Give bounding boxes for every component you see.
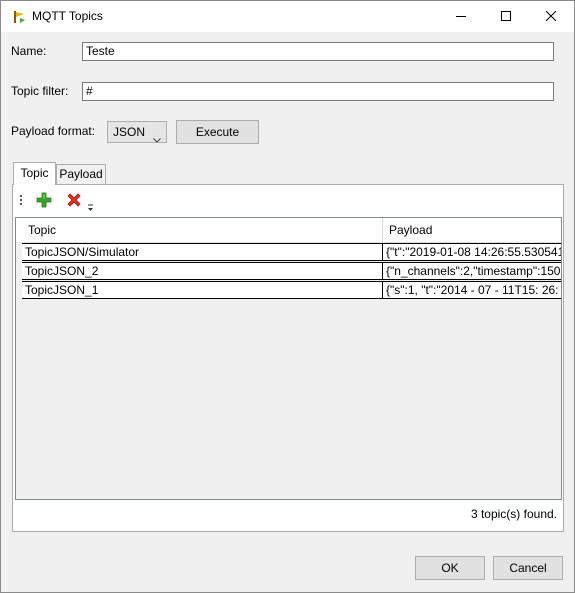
payload-format-value: JSON <box>113 125 146 139</box>
add-icon[interactable] <box>36 192 52 211</box>
payload-cell: {"n_channels":2,"timestamp":150 <box>382 263 561 279</box>
delete-icon[interactable] <box>66 192 82 211</box>
payload-cell: {"t":"2019-01-08 14:26:55.530541 <box>382 244 561 260</box>
name-field[interactable]: Teste <box>82 42 554 61</box>
mqtt-topics-window: MQTT Topics Name: Teste Topic filter: # … <box>0 0 575 593</box>
name-label: Name: <box>11 44 47 58</box>
maximize-button[interactable] <box>483 1 528 31</box>
minimize-icon <box>455 16 466 17</box>
topic-cell: TopicJSON_1 <box>25 283 99 297</box>
execute-button[interactable]: Execute <box>176 120 259 144</box>
window-title: MQTT Topics <box>32 9 103 23</box>
payload-format-select[interactable]: JSON <box>107 121 167 143</box>
toolbar-overflow-icon[interactable] <box>87 201 94 215</box>
topic-filter-field[interactable]: # <box>82 82 554 101</box>
topics-grid[interactable]: Topic Payload TopicJSON/Simulator {"t":"… <box>15 217 562 500</box>
chevron-down-icon <box>153 129 161 149</box>
topic-cell: TopicJSON/Simulator <box>25 245 140 259</box>
grid-header: Topic Payload <box>16 218 561 243</box>
status-text: 3 topic(s) found. <box>470 507 557 521</box>
topic-cell: TopicJSON_2 <box>25 264 99 278</box>
column-header-payload[interactable]: Payload <box>383 218 561 242</box>
toolbar-grip-icon[interactable] <box>20 195 23 210</box>
column-header-topic[interactable]: Topic <box>22 218 382 242</box>
table-row[interactable]: TopicJSON_1 {"s":1, "t":"2014 - 07 - 11T… <box>22 281 561 299</box>
ok-button[interactable]: OK <box>415 556 485 580</box>
close-icon <box>545 11 556 21</box>
payload-cell: {"s":1, "t":"2014 - 07 - 11T15: 26: <box>382 282 561 298</box>
tab-payload[interactable]: Payload <box>56 164 106 185</box>
tab-topic[interactable]: Topic <box>13 162 56 185</box>
mqtt-app-icon <box>11 9 27 25</box>
table-row[interactable]: TopicJSON/Simulator {"t":"2019-01-08 14:… <box>22 243 561 261</box>
maximize-icon <box>500 11 511 21</box>
minimize-button[interactable] <box>438 1 483 31</box>
topic-filter-label: Topic filter: <box>11 84 69 98</box>
title-bar: MQTT Topics <box>1 1 574 32</box>
close-button[interactable] <box>528 1 573 31</box>
table-row[interactable]: TopicJSON_2 {"n_channels":2,"timestamp":… <box>22 262 561 280</box>
cancel-button[interactable]: Cancel <box>493 556 563 580</box>
grid-toolbar <box>17 190 117 212</box>
payload-format-label: Payload format: <box>11 124 96 138</box>
